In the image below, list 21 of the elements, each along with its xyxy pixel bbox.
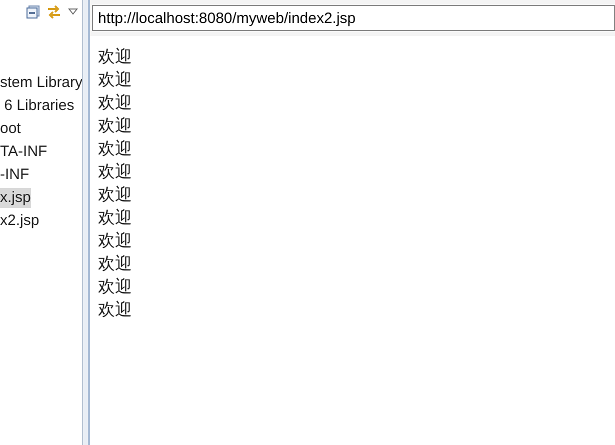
url-field[interactable]: http://localhost:8080/myweb/index2.jsp (92, 5, 615, 31)
welcome-text: 欢迎 (98, 299, 132, 322)
dropdown-icon[interactable] (68, 8, 78, 16)
tree-item[interactable]: x.jsp (0, 188, 31, 208)
welcome-text: 欢迎 (98, 46, 132, 69)
welcome-text: 欢迎 (98, 230, 132, 253)
tree-item[interactable]: x2.jsp (0, 210, 40, 230)
welcome-text: 欢迎 (98, 161, 132, 184)
welcome-text: 欢迎 (98, 69, 132, 92)
welcome-text: 欢迎 (98, 207, 132, 230)
tree-item[interactable]: 6 Libraries (0, 96, 74, 116)
tree-item[interactable]: -INF (0, 164, 30, 184)
welcome-text: 欢迎 (98, 253, 132, 276)
welcome-text: 欢迎 (98, 115, 132, 138)
collapse-all-icon[interactable] (26, 5, 40, 19)
welcome-text: 欢迎 (98, 276, 132, 299)
tree-item[interactable]: TA-INF (0, 142, 48, 162)
tree-item[interactable]: oot (0, 118, 21, 138)
welcome-text: 欢迎 (98, 138, 132, 161)
welcome-text: 欢迎 (98, 184, 132, 207)
welcome-text: 欢迎 (98, 92, 132, 115)
